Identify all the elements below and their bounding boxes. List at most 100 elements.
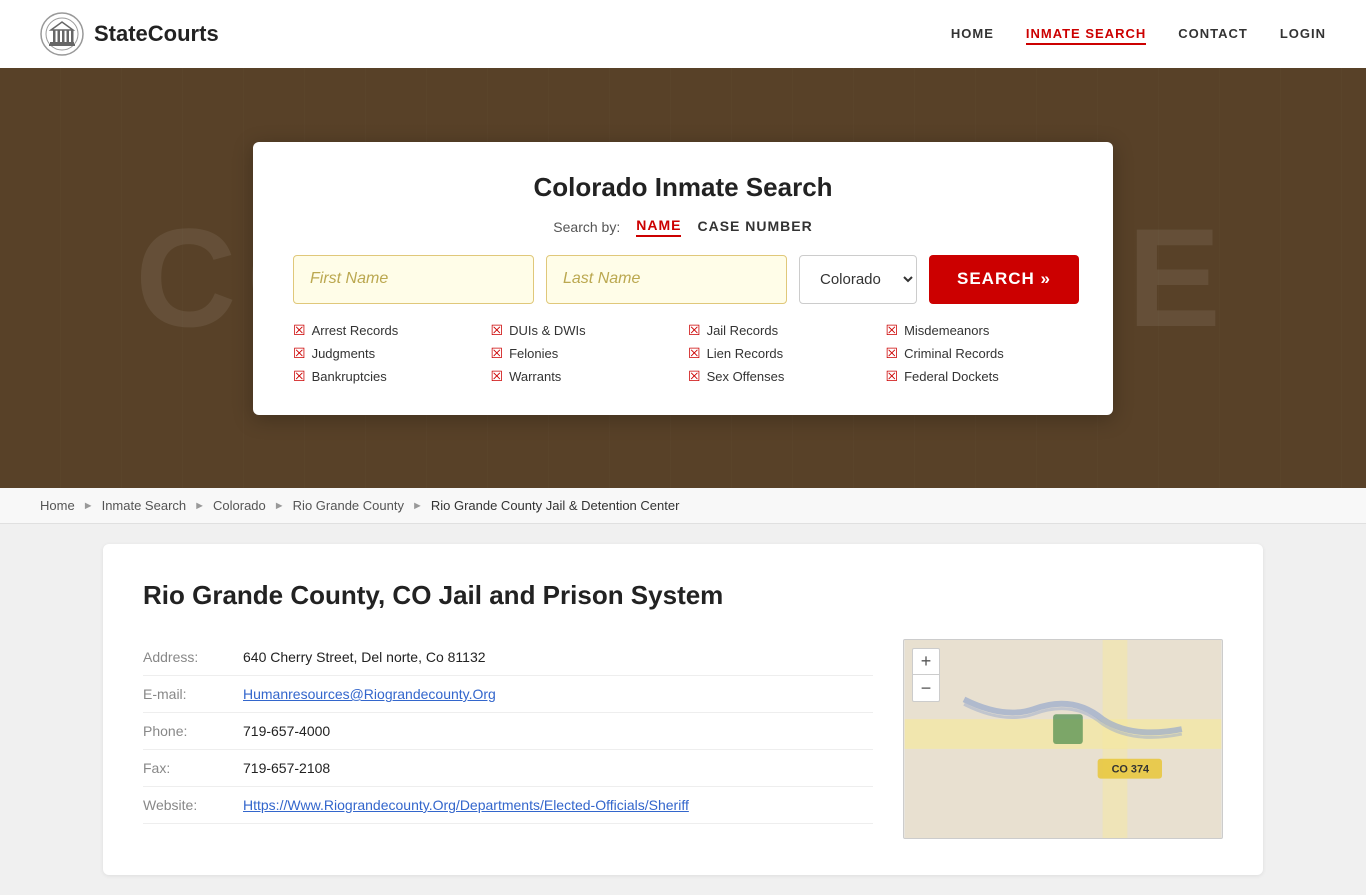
navbar: StateCourts HOME INMATE SEARCH CONTACT L… [0, 0, 1366, 68]
website-link[interactable]: Https://Www.Riograndecounty.Org/Departme… [243, 797, 689, 813]
checklist-label: Criminal Records [904, 346, 1004, 361]
main-content: Rio Grande County, CO Jail and Prison Sy… [83, 544, 1283, 875]
checklist-col-4: ☒ Misdemeanors ☒ Criminal Records ☒ Fede… [886, 322, 1074, 385]
last-name-input[interactable] [546, 255, 787, 304]
fax-label: Fax: [143, 750, 243, 787]
checklist-label: Federal Dockets [904, 369, 999, 384]
search-by-row: Search by: NAME CASE NUMBER [293, 217, 1073, 237]
map-svg: CO 374 [904, 640, 1222, 838]
content-title: Rio Grande County, CO Jail and Prison Sy… [143, 580, 1223, 611]
checklist-col-3: ☒ Jail Records ☒ Lien Records ☒ Sex Offe… [688, 322, 876, 385]
tab-name[interactable]: NAME [636, 217, 681, 237]
checklist-sex-offenses: ☒ Sex Offenses [688, 368, 876, 385]
logo-link[interactable]: StateCourts [40, 12, 219, 56]
checklist-warrants: ☒ Warrants [491, 368, 679, 385]
nav-links: HOME INMATE SEARCH CONTACT LOGIN [951, 25, 1326, 43]
first-name-input[interactable] [293, 255, 534, 304]
search-button[interactable]: SEARCH » [929, 255, 1079, 304]
fax-row: Fax: 719-657-2108 [143, 750, 873, 787]
address-label: Address: [143, 639, 243, 676]
checklist-label: Sex Offenses [707, 369, 785, 384]
checklist-lien-records: ☒ Lien Records [688, 345, 876, 362]
nav-inmate-search[interactable]: INMATE SEARCH [1026, 26, 1146, 45]
check-icon: ☒ [688, 368, 701, 385]
email-label: E-mail: [143, 676, 243, 713]
checklist-label: Judgments [312, 346, 376, 361]
logo-icon [40, 12, 84, 56]
website-row: Website: Https://Www.Riograndecounty.Org… [143, 787, 873, 824]
svg-text:CO 374: CO 374 [1112, 764, 1149, 776]
checklist-col-2: ☒ DUIs & DWIs ☒ Felonies ☒ Warrants [491, 322, 679, 385]
state-select[interactable]: Colorado Alabama Alaska Arizona Arkansas… [799, 255, 917, 304]
address-value: 640 Cherry Street, Del norte, Co 81132 [243, 639, 873, 676]
checklist-criminal-records: ☒ Criminal Records [886, 345, 1074, 362]
info-table: Address: 640 Cherry Street, Del norte, C… [143, 639, 873, 824]
search-inputs: Colorado Alabama Alaska Arizona Arkansas… [293, 255, 1073, 304]
phone-label: Phone: [143, 713, 243, 750]
check-icon: ☒ [688, 322, 701, 339]
checklist-label: Jail Records [707, 323, 779, 338]
phone-row: Phone: 719-657-4000 [143, 713, 873, 750]
breadcrumb-sep-1: ► [83, 500, 94, 512]
breadcrumb-sep-3: ► [274, 500, 285, 512]
breadcrumb-sep-2: ► [194, 500, 205, 512]
check-icon: ☒ [491, 322, 504, 339]
breadcrumb: Home ► Inmate Search ► Colorado ► Rio Gr… [0, 488, 1366, 524]
checklist-label: Misdemeanors [904, 323, 989, 338]
check-icon: ☒ [293, 368, 306, 385]
breadcrumb-home[interactable]: Home [40, 498, 75, 513]
search-card-title: Colorado Inmate Search [293, 172, 1073, 203]
two-col-layout: Address: 640 Cherry Street, Del norte, C… [143, 639, 1223, 839]
checklist-judgments: ☒ Judgments [293, 345, 481, 362]
checklist-label: Warrants [509, 369, 561, 384]
email-row: E-mail: Humanresources@Riograndecounty.O… [143, 676, 873, 713]
nav-login[interactable]: LOGIN [1280, 26, 1326, 41]
map-container[interactable]: CO 374 + − [903, 639, 1223, 839]
map-controls: + − [912, 648, 940, 702]
search-by-label: Search by: [553, 219, 620, 235]
content-card: Rio Grande County, CO Jail and Prison Sy… [103, 544, 1263, 875]
email-value: Humanresources@Riograndecounty.Org [243, 676, 873, 713]
email-link[interactable]: Humanresources@Riograndecounty.Org [243, 686, 496, 702]
address-row: Address: 640 Cherry Street, Del norte, C… [143, 639, 873, 676]
breadcrumb-colorado[interactable]: Colorado [213, 498, 266, 513]
checklist-bankruptcies: ☒ Bankruptcies [293, 368, 481, 385]
search-card-wrapper: Colorado Inmate Search Search by: NAME C… [0, 68, 1366, 488]
checklist-federal-dockets: ☒ Federal Dockets [886, 368, 1074, 385]
breadcrumb-sep-4: ► [412, 500, 423, 512]
checklist-label: Felonies [509, 346, 558, 361]
check-icon: ☒ [293, 322, 306, 339]
check-icon: ☒ [688, 345, 701, 362]
checklist-label: Lien Records [707, 346, 784, 361]
check-icon: ☒ [886, 345, 899, 362]
map-zoom-out[interactable]: − [913, 675, 939, 701]
breadcrumb-rio-grande-county[interactable]: Rio Grande County [293, 498, 404, 513]
checklist-col-1: ☒ Arrest Records ☒ Judgments ☒ Bankruptc… [293, 322, 481, 385]
map-section: CO 374 + − [903, 639, 1223, 839]
checklist-misdemeanors: ☒ Misdemeanors [886, 322, 1074, 339]
nav-home[interactable]: HOME [951, 26, 994, 41]
map-zoom-in[interactable]: + [913, 649, 939, 675]
checklist-felonies: ☒ Felonies [491, 345, 679, 362]
breadcrumb-current: Rio Grande County Jail & Detention Cente… [431, 498, 680, 513]
checklist-label: Bankruptcies [312, 369, 387, 384]
fax-value: 719-657-2108 [243, 750, 873, 787]
checklist-arrest-records: ☒ Arrest Records [293, 322, 481, 339]
checklist-jail-records: ☒ Jail Records [688, 322, 876, 339]
phone-value: 719-657-4000 [243, 713, 873, 750]
hero-section: COURTHOUSE Colorado Inmate Search Search… [0, 68, 1366, 488]
checklist-label: Arrest Records [312, 323, 399, 338]
checklist: ☒ Arrest Records ☒ Judgments ☒ Bankruptc… [293, 322, 1073, 385]
check-icon: ☒ [491, 368, 504, 385]
checklist-duis: ☒ DUIs & DWIs [491, 322, 679, 339]
search-card: Colorado Inmate Search Search by: NAME C… [253, 142, 1113, 415]
website-value: Https://Www.Riograndecounty.Org/Departme… [243, 787, 873, 824]
info-section: Address: 640 Cherry Street, Del norte, C… [143, 639, 873, 824]
nav-contact[interactable]: CONTACT [1178, 26, 1248, 41]
check-icon: ☒ [293, 345, 306, 362]
check-icon: ☒ [886, 368, 899, 385]
checklist-label: DUIs & DWIs [509, 323, 586, 338]
breadcrumb-inmate-search[interactable]: Inmate Search [102, 498, 187, 513]
tab-case-number[interactable]: CASE NUMBER [697, 218, 812, 236]
check-icon: ☒ [491, 345, 504, 362]
